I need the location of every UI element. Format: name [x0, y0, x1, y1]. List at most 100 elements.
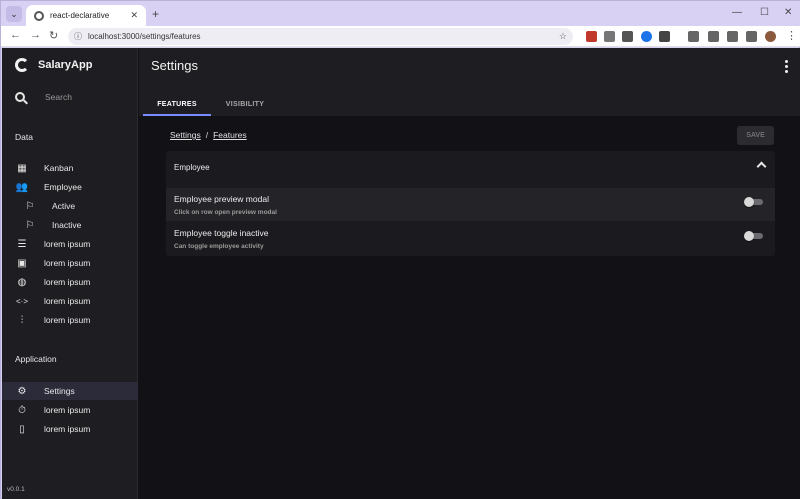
- extension-icon[interactable]: [586, 31, 597, 42]
- setting-row: Employee preview modal Click on row open…: [166, 188, 775, 221]
- sidebar: SalaryApp Data ▦ Kanban 👥 Employee ⚐ Act…: [2, 48, 138, 499]
- close-window-icon[interactable]: ✕: [784, 7, 792, 18]
- extension-icon[interactable]: [641, 31, 652, 42]
- logo-icon: [15, 58, 29, 72]
- favicon-icon: [34, 10, 44, 21]
- bookmark-star-icon[interactable]: ☆: [559, 31, 567, 42]
- sidebar-item-label: lorem ipsum: [44, 239, 91, 249]
- sidebar-item-settings[interactable]: ⚙ Settings: [2, 382, 138, 400]
- people-icon: 👥: [15, 181, 29, 193]
- search-icon: [15, 92, 25, 102]
- panel-title: Employee: [174, 163, 210, 172]
- sidebar-item-inactive[interactable]: ⚐ Inactive: [2, 216, 138, 234]
- app-header: Settings FEATURES VISIBILITY: [139, 48, 800, 116]
- breadcrumb-features[interactable]: Features: [213, 130, 247, 140]
- gear-icon: ⚙: [17, 385, 27, 397]
- tab-search-button[interactable]: ⌄: [6, 6, 22, 22]
- extension-icon[interactable]: [622, 31, 633, 42]
- camera-icon[interactable]: [604, 31, 615, 42]
- toggle-inactive-toggle[interactable]: [744, 231, 764, 241]
- cast-icon[interactable]: [688, 31, 699, 42]
- sidebar-item-label: lorem ipsum: [44, 277, 91, 287]
- back-icon[interactable]: ←: [10, 29, 21, 41]
- sidebar-item-kanban[interactable]: ▦ Kanban: [2, 159, 138, 177]
- app-root: SalaryApp Data ▦ Kanban 👥 Employee ⚐ Act…: [2, 48, 800, 499]
- dns-icon: ☰: [17, 238, 27, 250]
- breadcrumb-settings[interactable]: Settings: [170, 130, 201, 140]
- forward-icon[interactable]: →: [30, 29, 41, 41]
- code-icon: <·>: [16, 296, 29, 306]
- setting-title: Employee preview modal: [174, 194, 269, 204]
- maximize-icon[interactable]: ☐: [760, 7, 769, 18]
- sidebar-item-lorem-1[interactable]: ☰ lorem ipsum: [2, 235, 138, 253]
- sidebar-item-lorem-3[interactable]: ◍ lorem ipsum: [2, 273, 138, 291]
- sidebar-item-label: lorem ipsum: [44, 405, 91, 415]
- sidebar-item-label: lorem ipsum: [44, 424, 91, 434]
- browser-window: ⌄ react-declarative ✕ + — ☐ ✕ ← → ↻ ⓘ lo…: [0, 0, 800, 499]
- tab-visibility[interactable]: VISIBILITY: [211, 92, 279, 116]
- media-icon[interactable]: [708, 31, 719, 42]
- timer-icon: ⏱: [18, 404, 26, 416]
- new-tab-icon[interactable]: +: [152, 7, 159, 21]
- flag-icon: ⚐: [25, 219, 35, 231]
- setting-row: Employee toggle inactive Can toggle empl…: [166, 222, 775, 255]
- panel-header[interactable]: Employee: [166, 151, 775, 184]
- browser-toolbar: ← → ↻ ⓘ localhost:3000/settings/features…: [1, 26, 800, 47]
- section-label-data: Data: [15, 132, 33, 142]
- site-info-icon[interactable]: ⓘ: [74, 31, 82, 42]
- avatar[interactable]: [765, 31, 776, 42]
- side-panel-icon[interactable]: [746, 31, 757, 42]
- sidebar-item-lorem-6[interactable]: ⏱ lorem ipsum: [2, 401, 138, 419]
- sidebar-search: [15, 92, 130, 102]
- reload-icon[interactable]: ↻: [49, 29, 58, 42]
- sidebar-item-label: Inactive: [52, 220, 82, 230]
- tab-features[interactable]: FEATURES: [143, 92, 211, 116]
- browser-tabstrip: ⌄ react-declarative ✕ + — ☐ ✕: [1, 1, 800, 26]
- close-icon[interactable]: ✕: [130, 10, 138, 21]
- employee-settings-panel: Employee Employee preview modal Click on…: [166, 151, 775, 256]
- sidebar-item-active[interactable]: ⚐ Active: [2, 197, 138, 215]
- setting-description: Click on row open preview modal: [174, 209, 277, 216]
- chevron-down-icon: ⌄: [10, 8, 18, 19]
- version-label: v0.0.1: [7, 486, 25, 493]
- dashboard-icon: ▦: [17, 162, 27, 174]
- sidebar-item-lorem-5[interactable]: ⫶ lorem ipsum: [2, 311, 138, 329]
- breadcrumb-separator: /: [205, 130, 209, 140]
- image-icon: ▣: [17, 257, 27, 269]
- flag-icon: ⚐: [25, 200, 35, 212]
- sidebar-item-lorem-2[interactable]: ▣ lorem ipsum: [2, 254, 138, 272]
- setting-description: Can toggle employee activity: [174, 243, 264, 250]
- search-input[interactable]: [45, 92, 125, 102]
- address-bar[interactable]: ⓘ localhost:3000/settings/features ☆: [68, 28, 573, 45]
- sidebar-item-label: Settings: [44, 386, 75, 396]
- sidebar-item-label: lorem ipsum: [44, 315, 91, 325]
- chevron-up-icon[interactable]: [756, 161, 767, 172]
- browser-tab[interactable]: react-declarative ✕: [26, 5, 146, 26]
- setting-title: Employee toggle inactive: [174, 228, 269, 238]
- toggle-thumb: [744, 231, 754, 241]
- brand: SalaryApp: [15, 58, 92, 72]
- toggle-thumb: [744, 197, 754, 207]
- more-options-icon[interactable]: [785, 60, 789, 73]
- sidebar-item-lorem-4[interactable]: <·> lorem ipsum: [2, 292, 138, 310]
- app-name: SalaryApp: [38, 59, 93, 71]
- sidebar-item-label: Kanban: [44, 163, 74, 173]
- sidebar-item-label: lorem ipsum: [44, 258, 91, 268]
- breadcrumb: Settings / Features: [170, 130, 247, 140]
- phonelink-icon: ▯: [19, 423, 25, 435]
- sidebar-item-lorem-7[interactable]: ▯ lorem ipsum: [2, 420, 138, 438]
- minimize-icon[interactable]: —: [732, 7, 742, 18]
- globe-icon: ◍: [17, 276, 27, 288]
- section-label-application: Application: [15, 354, 57, 364]
- puzzle-icon[interactable]: [659, 31, 670, 42]
- page-title: Settings: [151, 58, 198, 73]
- sidebar-item-label: lorem ipsum: [44, 296, 91, 306]
- browser-menu-icon[interactable]: ⋮: [786, 29, 797, 42]
- tab-title: react-declarative: [50, 11, 110, 20]
- equalizer-icon: ⫶: [20, 314, 24, 326]
- sidebar-item-employee[interactable]: 👥 Employee: [2, 178, 138, 196]
- download-icon[interactable]: [727, 31, 738, 42]
- preview-modal-toggle[interactable]: [744, 197, 764, 207]
- sidebar-item-label: Active: [52, 201, 76, 211]
- save-button[interactable]: SAVE: [737, 126, 774, 145]
